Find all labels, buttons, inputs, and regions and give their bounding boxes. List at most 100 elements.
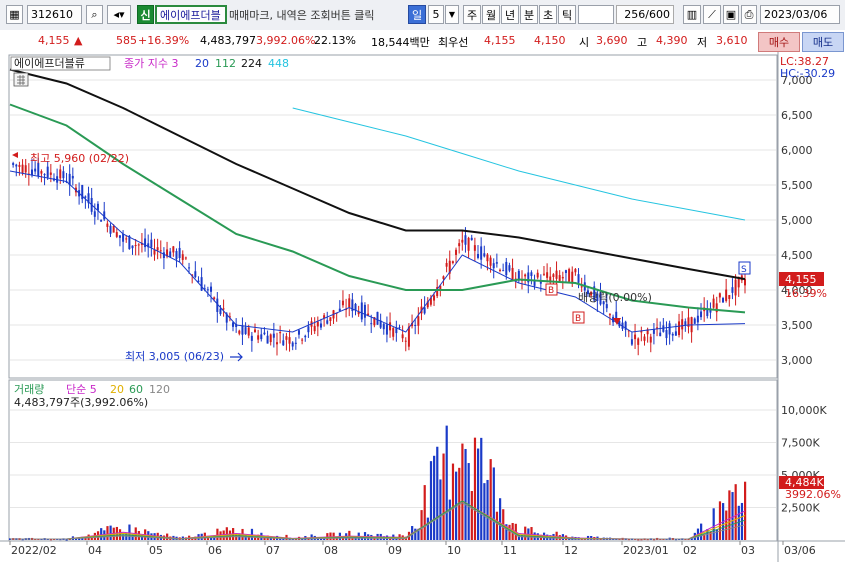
candle-body <box>608 314 611 316</box>
candle-body <box>34 168 37 172</box>
candle-body <box>678 321 681 336</box>
candle-body <box>115 232 118 237</box>
volume-legend-label: 거래량 <box>14 383 44 396</box>
volume-bar <box>225 527 228 540</box>
print-icon[interactable]: ⎙ <box>741 5 757 24</box>
candle-body <box>46 166 49 178</box>
chart-canvas[interactable]: 3,0003,5004,0004,5005,0005,5006,0006,500… <box>0 52 845 562</box>
period-year-button[interactable]: 년 <box>501 5 519 24</box>
volume-bar <box>423 485 426 540</box>
volume-tick-label: 2,500K <box>781 502 820 515</box>
data-count-field[interactable]: 256/600 <box>616 5 674 24</box>
volume-bar <box>470 491 473 540</box>
candle-body <box>461 239 464 243</box>
candle-body <box>455 249 458 255</box>
volume-bar <box>486 479 489 540</box>
candle-body <box>684 321 687 326</box>
candle-body <box>458 243 461 247</box>
volume-bar <box>473 437 477 540</box>
price-legend-name: 에이에프더블류 <box>14 57 85 70</box>
sound-icon[interactable]: ◂▾ <box>107 5 131 24</box>
stock-name-box[interactable]: 에이에프더블 <box>155 5 227 24</box>
x-axis-label: 2022/02 <box>11 544 57 557</box>
open-label: 시 <box>579 36 590 49</box>
candle-body <box>665 330 668 339</box>
candle-body <box>144 238 147 248</box>
volume-bar <box>712 508 715 540</box>
period-value-field[interactable]: 5 <box>428 5 444 24</box>
volume-bar <box>492 467 495 540</box>
candle-body <box>656 327 659 329</box>
volume-bar <box>508 524 511 540</box>
candle-body <box>659 332 662 337</box>
period-week-button[interactable]: 주 <box>463 5 481 24</box>
sell-button[interactable]: 매도 <box>802 32 844 52</box>
volume-bar <box>448 499 451 540</box>
candle-body <box>18 164 21 167</box>
price-tick-label: 5,500 <box>781 179 813 192</box>
candle-body <box>417 316 420 326</box>
candle-body <box>536 272 539 278</box>
candle-body <box>473 245 476 251</box>
candle-body <box>542 273 545 275</box>
candle-body <box>404 340 407 342</box>
candle-body <box>382 323 385 330</box>
candle-body <box>511 267 514 280</box>
best-ask: 4,155 <box>484 34 516 47</box>
buy-button[interactable]: 매수 <box>758 32 800 52</box>
candle-body <box>649 336 652 343</box>
tick-unit-field[interactable] <box>578 5 614 24</box>
legend-ma20: 20 <box>195 57 209 70</box>
candle-body <box>634 334 637 340</box>
candle-body <box>451 261 454 264</box>
best-bid: 4,150 <box>534 34 566 47</box>
period-second-button[interactable]: 초 <box>539 5 557 24</box>
candle-body <box>232 322 235 327</box>
candle-body <box>313 325 316 332</box>
candle-body <box>21 164 24 173</box>
period-dropdown-icon[interactable]: ▼ <box>445 5 459 24</box>
candle-body <box>370 323 373 325</box>
period-month-button[interactable]: 월 <box>482 5 500 24</box>
candle-body <box>316 321 319 327</box>
svg-text:S: S <box>741 265 747 275</box>
volume-bar <box>718 501 722 540</box>
date-field[interactable]: 2023/03/06 <box>760 5 840 24</box>
save-icon[interactable]: ▣ <box>723 5 739 24</box>
candle-body <box>558 275 561 281</box>
volume-legend-ma60: 60 <box>129 383 143 396</box>
chart-area[interactable]: 3,000 3,500 4,000 4,500 5,000 5,500 6,000 6,500… <box>0 52 845 562</box>
chart-menu-icon[interactable]: ▦ <box>6 5 23 24</box>
volume-tick-label: 7,500K <box>781 437 820 450</box>
sell-marker[interactable]: S <box>738 261 751 275</box>
grid-toggle-icon[interactable]: ▥ <box>683 5 701 24</box>
volume-bar <box>489 459 492 540</box>
candle-body <box>210 286 213 292</box>
period-minute-button[interactable]: 분 <box>520 5 538 24</box>
period-day-button[interactable]: 일 <box>408 5 426 24</box>
volume-bar <box>725 510 728 540</box>
x-axis-label: 12 <box>564 544 578 557</box>
candle-body <box>109 225 112 234</box>
trendline-icon[interactable]: ⟋ <box>703 5 721 24</box>
x-axis-label: 07 <box>266 544 280 557</box>
x-axis-label: 11 <box>503 544 517 557</box>
search-icon[interactable]: ⌕ <box>86 5 103 24</box>
stock-code-input[interactable]: 312610 <box>27 5 82 24</box>
candle-body <box>643 336 646 341</box>
volume-bar <box>109 525 112 540</box>
candle-body <box>722 298 725 303</box>
candle-body <box>257 335 260 340</box>
panel-settings-icon[interactable] <box>13 72 29 87</box>
low-annotation: 최저 3,005 (06/23) <box>125 350 224 363</box>
price-change: 585 <box>116 34 137 47</box>
candle-body <box>269 334 272 343</box>
candle-body <box>282 340 285 346</box>
candle-body <box>693 318 696 324</box>
candle-body <box>326 320 329 324</box>
buy-marker-2[interactable]: B <box>572 311 585 324</box>
buy-marker-1[interactable]: B <box>545 283 558 296</box>
candle-body <box>360 302 363 320</box>
candle-body <box>414 324 417 326</box>
period-tick-button[interactable]: 틱 <box>558 5 576 24</box>
